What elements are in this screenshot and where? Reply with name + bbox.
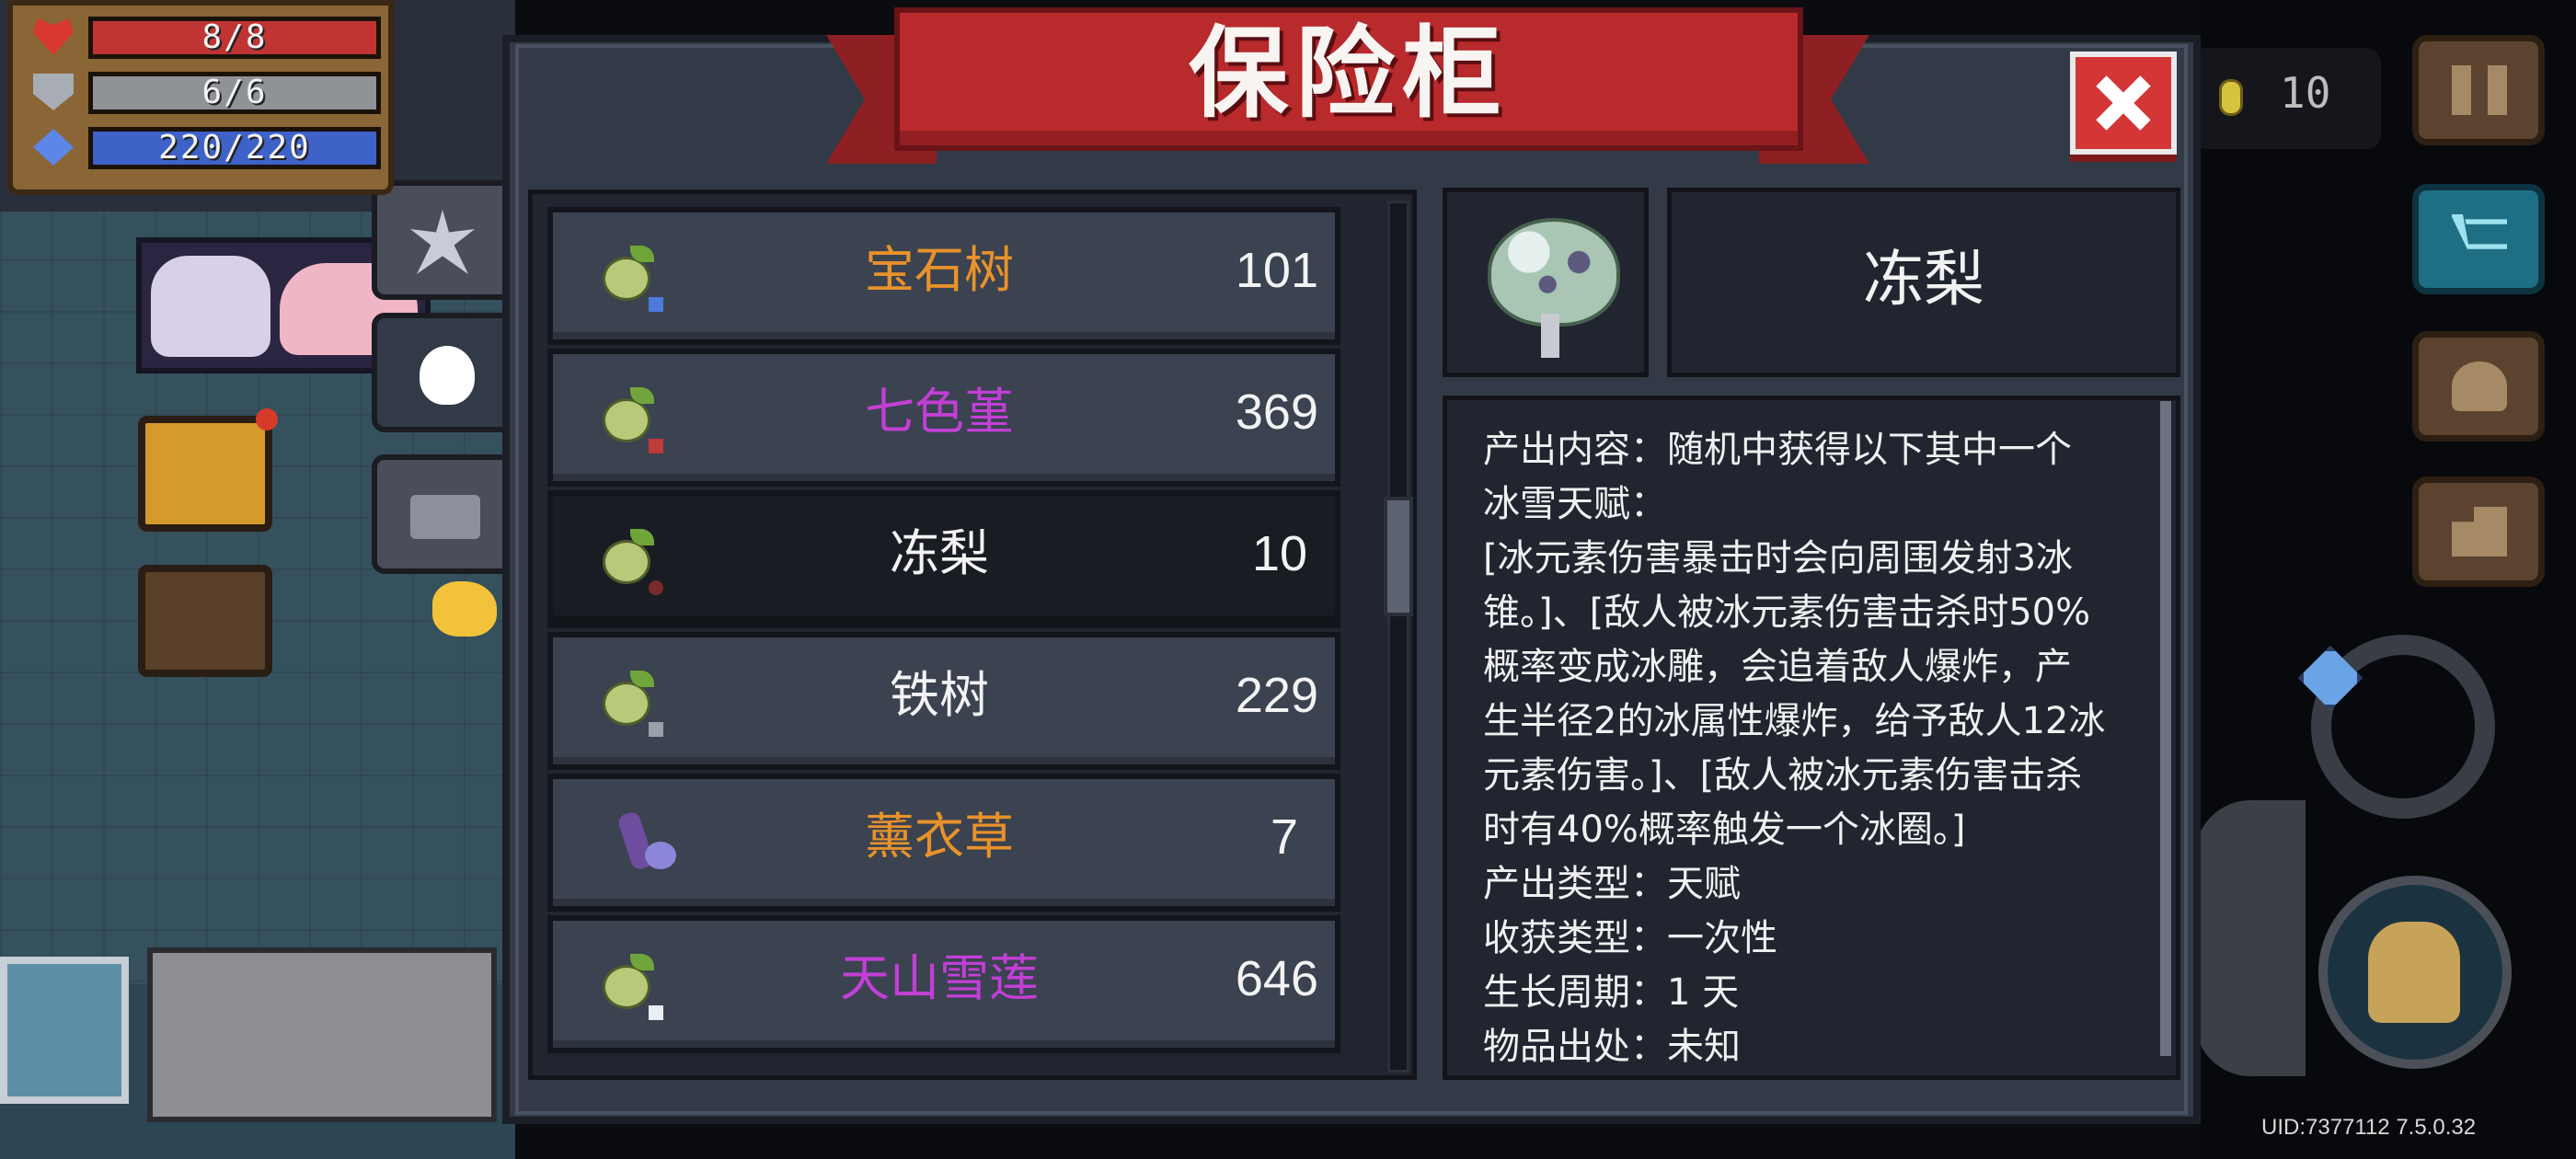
desc-line: 概率变成冰雕，会追着敌人爆炸，产 bbox=[1483, 646, 2072, 688]
list-item[interactable]: 薰衣草 7 bbox=[547, 774, 1340, 912]
tab-plants[interactable] bbox=[372, 313, 519, 432]
seed-icon bbox=[603, 954, 663, 1020]
desc-line: 产出内容：随机中获得以下其中一个 bbox=[1483, 429, 2072, 471]
frozen-pear-tree-icon bbox=[1488, 218, 1620, 358]
shop-button[interactable] bbox=[2412, 184, 2545, 294]
water-pool bbox=[0, 957, 129, 1104]
lavender-icon bbox=[608, 807, 682, 880]
description-scrollbar[interactable] bbox=[2160, 401, 2171, 1056]
refresh-icon[interactable] bbox=[138, 565, 272, 677]
health-bar: 8/8 bbox=[88, 17, 381, 59]
seed-icon bbox=[603, 387, 663, 453]
desc-line: 收获类型：一次性 bbox=[1483, 917, 1777, 959]
attack-button-edge[interactable] bbox=[2195, 800, 2306, 1076]
desc-line: 元素伤害。]、[敌人被冰元素伤害击杀 bbox=[1483, 754, 2083, 797]
pause-button[interactable] bbox=[2412, 35, 2545, 145]
plant-count: 10 bbox=[1251, 526, 1307, 581]
dialog-title: 保险柜 bbox=[1188, 17, 1509, 132]
heart-icon bbox=[33, 18, 74, 55]
notification-dot bbox=[256, 408, 278, 430]
desc-line: 物品出处：未知 bbox=[1483, 1026, 1741, 1068]
shield-value: 6/6 bbox=[201, 74, 268, 111]
seed-icon bbox=[603, 529, 663, 595]
tab-weapons[interactable] bbox=[372, 180, 510, 300]
seed-icon bbox=[603, 671, 663, 737]
energy-bar: 220/220 bbox=[88, 127, 381, 169]
profile-button[interactable] bbox=[2412, 331, 2545, 442]
list-item[interactable]: 七色堇 369 bbox=[547, 349, 1340, 487]
exit-button[interactable] bbox=[2412, 476, 2545, 587]
desc-line: 冰雪天赋： bbox=[1483, 483, 1667, 525]
plant-count: 229 bbox=[1235, 668, 1318, 723]
plant-name: 冻梨 bbox=[890, 524, 989, 582]
plant-name: 七色堇 bbox=[865, 383, 1014, 441]
plant-count: 7 bbox=[1270, 809, 1298, 865]
plant-list: 宝石树 101 七色堇 369 冻梨 10 铁树 229 薰衣草 7 天山雪莲 … bbox=[528, 189, 1417, 1080]
plant-name: 铁树 bbox=[890, 666, 989, 724]
desc-line: 时有40%概率触发一个冰圈。] bbox=[1483, 809, 1966, 851]
cart-icon bbox=[2452, 214, 2507, 249]
pause-icon bbox=[2452, 65, 2507, 115]
desc-line: 生长周期：1 天 bbox=[1483, 971, 1740, 1014]
ticket-icon bbox=[410, 495, 480, 539]
item-name: 冻梨 bbox=[1863, 244, 1984, 315]
health-value: 8/8 bbox=[201, 18, 268, 56]
workbench bbox=[147, 947, 497, 1122]
plant-name: 宝石树 bbox=[865, 241, 1014, 299]
energy-value: 220/220 bbox=[158, 129, 311, 166]
tab-tickets[interactable] bbox=[372, 454, 510, 574]
energy-icon bbox=[33, 129, 74, 166]
desc-line: 产出类型：天赋 bbox=[1483, 863, 1741, 905]
location-map-icon[interactable] bbox=[138, 416, 272, 532]
list-item-selected[interactable]: 冻梨 10 bbox=[547, 490, 1340, 628]
coin-icon bbox=[2219, 79, 2243, 116]
plant-count: 101 bbox=[1235, 243, 1318, 298]
coin-value: 10 bbox=[2280, 68, 2331, 118]
list-scrollbar[interactable] bbox=[1387, 201, 1409, 1073]
seed-icon bbox=[603, 246, 663, 312]
plant-icon bbox=[420, 346, 475, 405]
item-description: 产出内容：随机中获得以下其中一个 冰雪天赋： [冰元素伤害暴击时会向周围发射3冰… bbox=[1483, 423, 2155, 1074]
plant-name: 天山雪莲 bbox=[840, 949, 1039, 1007]
plant-name: 薰衣草 bbox=[865, 808, 1014, 866]
exit-stairs-icon bbox=[2452, 507, 2507, 557]
shield-bar: 6/6 bbox=[88, 72, 381, 114]
list-item[interactable]: 宝石树 101 bbox=[547, 207, 1340, 345]
close-button[interactable] bbox=[2070, 52, 2177, 155]
desc-line: [冰元素伤害暴击时会向周围发射3冰 bbox=[1483, 537, 2074, 580]
shield-icon bbox=[33, 74, 74, 110]
list-scroll-thumb[interactable] bbox=[1384, 497, 1413, 616]
duck-pet bbox=[432, 581, 497, 637]
plant-count: 369 bbox=[1235, 384, 1318, 440]
hero-skill-button[interactable] bbox=[2318, 876, 2512, 1069]
desc-line: 锥。]、[敌人被冰元素伤害击杀时50% bbox=[1483, 591, 2091, 634]
item-icon-frame bbox=[1443, 188, 1649, 377]
desc-line: 生半径2的冰属性爆炸，给予敌人12冰 bbox=[1483, 700, 2106, 742]
uid-version-label: UID:7377112 7.5.0.32 bbox=[2261, 1115, 2477, 1140]
player-status-hud: 8/8 6/6 220/220 bbox=[7, 0, 394, 195]
list-item[interactable]: 铁树 229 bbox=[547, 632, 1340, 770]
plant-count: 646 bbox=[1235, 951, 1318, 1006]
list-item[interactable]: 天山雪莲 646 bbox=[547, 915, 1340, 1053]
profile-card-icon bbox=[2452, 361, 2507, 411]
burst-icon bbox=[410, 210, 475, 274]
